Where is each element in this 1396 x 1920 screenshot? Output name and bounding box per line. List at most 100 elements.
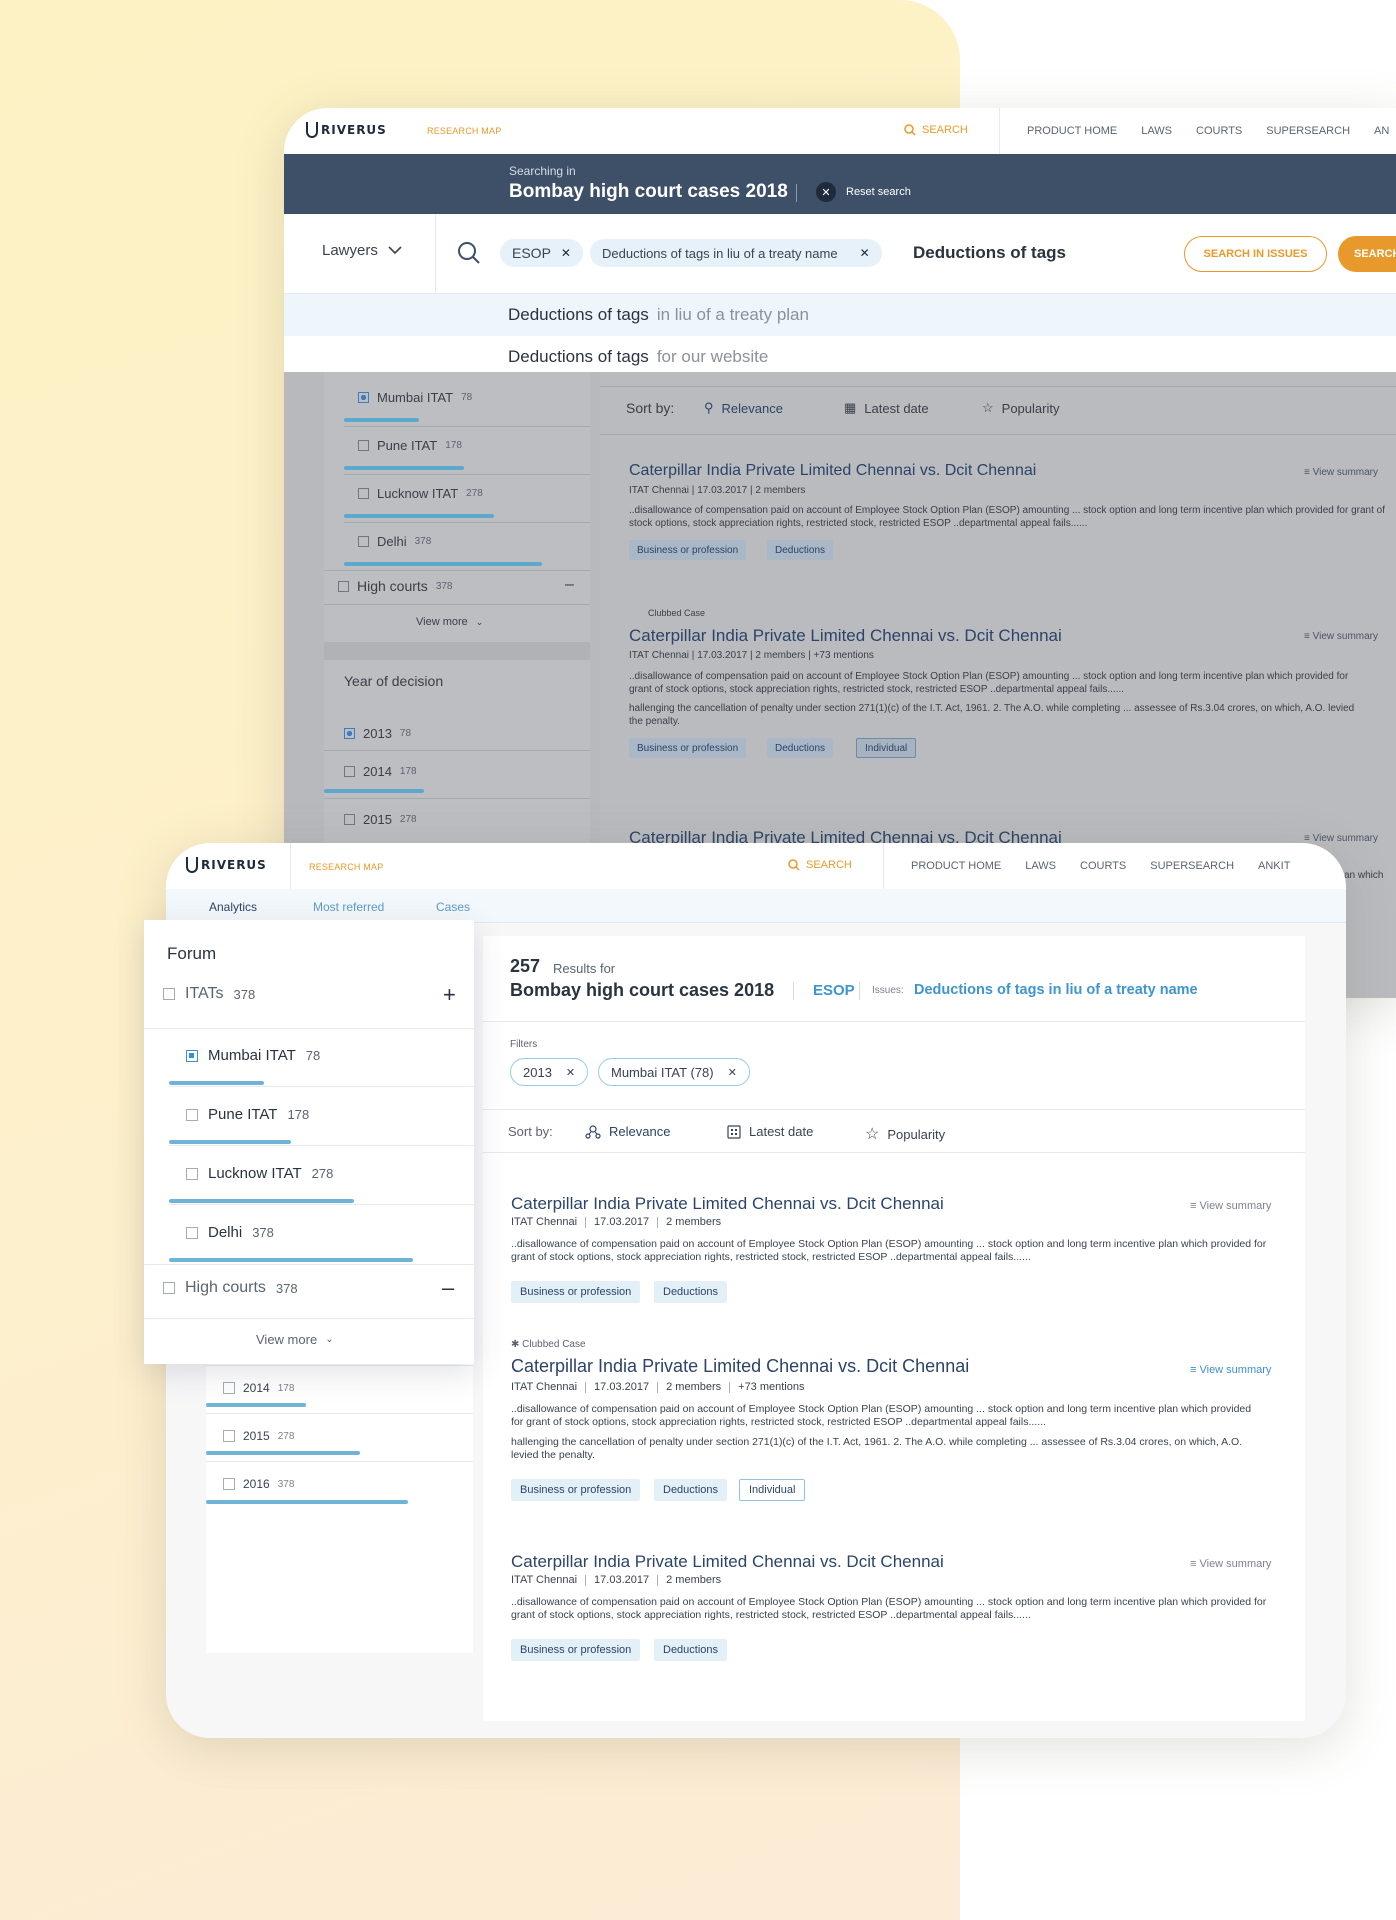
case-title[interactable]: Caterpillar India Private Limited Chenna… [629, 462, 1036, 480]
forum-group-itats[interactable]: ITATs 378 [163, 985, 255, 1003]
filter-chip-mumbai[interactable]: Mumbai ITAT (78) ✕ [598, 1058, 750, 1086]
nav-supersearch[interactable]: SUPERSEARCH [1150, 860, 1234, 872]
search-chip-issue[interactable]: Deductions of tags in liu of a treaty na… [590, 239, 882, 267]
view-summary-link[interactable]: ≡ View summary [1190, 1558, 1271, 1570]
forum-group-high-courts[interactable]: High courts 378 [163, 1279, 298, 1297]
year-2015[interactable]: 2015 278 [223, 1429, 294, 1443]
tag[interactable]: Business or profession [511, 1639, 641, 1661]
logo[interactable]: RIVERUS [186, 857, 267, 873]
tag[interactable]: Business or profession [511, 1281, 641, 1303]
tag[interactable]: Deductions [767, 738, 834, 758]
remove-chip-icon[interactable]: ✕ [566, 1066, 575, 1079]
year-2016[interactable]: 2016 378 [223, 1477, 294, 1491]
year-2013[interactable]: 201378 [344, 726, 411, 741]
sort-popularity[interactable]: ☆ Popularity [982, 400, 1059, 416]
tag[interactable]: Deductions [654, 1479, 728, 1501]
checkbox[interactable] [163, 988, 175, 1000]
filter-pune[interactable]: Pune ITAT 178 [358, 438, 462, 453]
nav-courts[interactable]: COURTS [1080, 860, 1126, 872]
view-summary-link[interactable]: ≡ View summary [1190, 1364, 1271, 1376]
case-title[interactable]: Caterpillar India Private Limited Chenna… [511, 1194, 944, 1214]
sort-latest-date[interactable]: Latest date [727, 1124, 813, 1139]
tab-analytics[interactable]: Analytics [209, 900, 257, 914]
keyword-esop[interactable]: ESOP [813, 982, 855, 999]
research-map-link[interactable]: RESEARCH MAP [427, 126, 501, 136]
sort-popularity[interactable]: ☆ Popularity [865, 1124, 945, 1144]
forum-item-lucknow[interactable]: Lucknow ITAT 278 [186, 1165, 333, 1182]
checkbox[interactable] [344, 728, 355, 739]
view-summary-link[interactable]: ≡ View summary [1304, 833, 1378, 844]
reset-search-button[interactable]: ✕ Reset search [816, 182, 911, 202]
year-2014[interactable]: 2014 178 [344, 764, 417, 779]
checkbox[interactable] [358, 488, 369, 499]
checkbox[interactable] [186, 1049, 198, 1062]
forum-item-mumbai[interactable]: Mumbai ITAT 78 [186, 1047, 320, 1064]
sort-latest-date[interactable]: ▦ Latest date [844, 400, 929, 416]
tag[interactable]: Deductions [767, 540, 834, 560]
nav-search-button[interactable]: SEARCH [904, 124, 968, 136]
tag[interactable]: Business or profession [511, 1479, 641, 1501]
nav-search-button[interactable]: SEARCH [788, 859, 852, 871]
nav-user[interactable]: ANKIT [1258, 860, 1290, 872]
checkbox[interactable] [344, 766, 355, 777]
collapse-icon[interactable]: – [442, 1275, 454, 1301]
search-chip-esop[interactable]: ESOP ✕ [500, 239, 583, 267]
filter-mumbai[interactable]: Mumbai ITAT 78 [358, 390, 472, 405]
view-more-link[interactable]: View more ⌄ [416, 616, 483, 628]
expand-icon[interactable]: + [443, 982, 456, 1008]
forum-item-delhi[interactable]: Delhi 378 [186, 1224, 274, 1241]
sort-relevance[interactable]: ⚲ Relevance [704, 400, 783, 416]
nav-user[interactable]: AN [1374, 125, 1389, 137]
forum-item-pune[interactable]: Pune ITAT 178 [186, 1106, 309, 1123]
checkbox[interactable] [223, 1382, 235, 1394]
nav-supersearch[interactable]: SUPERSEARCH [1266, 125, 1350, 137]
collapse-icon[interactable]: – [565, 576, 574, 594]
view-summary-link[interactable]: ≡ View summary [1304, 467, 1378, 478]
logo[interactable]: RIVERUS [306, 122, 387, 138]
nav-laws[interactable]: LAWS [1141, 125, 1172, 137]
year-2015[interactable]: 2015 278 [344, 812, 417, 827]
filter-chip-2013[interactable]: 2013 ✕ [510, 1058, 589, 1086]
tag[interactable]: Deductions [654, 1281, 728, 1303]
filter-lucknow[interactable]: Lucknow ITAT 278 [358, 486, 483, 501]
filter-high-courts[interactable]: High courts 378 [338, 578, 453, 594]
search-button[interactable]: SEARCH [1338, 236, 1396, 272]
checkbox[interactable] [338, 580, 349, 592]
tag[interactable]: Business or profession [629, 540, 747, 560]
remove-chip-icon[interactable]: ✕ [860, 246, 870, 260]
sort-relevance[interactable]: Relevance [585, 1124, 670, 1139]
checkbox[interactable] [358, 392, 369, 403]
nav-courts[interactable]: COURTS [1196, 125, 1242, 137]
case-title[interactable]: Caterpillar India Private Limited Chenna… [629, 626, 1062, 646]
tag[interactable]: Business or profession [629, 738, 747, 758]
suggestion-item[interactable]: Deductions of tags in liu of a treaty pla… [284, 294, 1396, 336]
remove-chip-icon[interactable]: ✕ [728, 1066, 737, 1079]
tab-cases[interactable]: Cases [436, 900, 470, 914]
research-map-link[interactable]: RESEARCH MAP [309, 862, 383, 872]
issues-value[interactable]: Deductions of tags in liu of a treaty na… [914, 982, 1198, 998]
view-more-link[interactable]: View more ⌄ [256, 1332, 334, 1347]
nav-laws[interactable]: LAWS [1025, 860, 1056, 872]
remove-chip-icon[interactable]: ✕ [561, 246, 571, 260]
tag[interactable]: Individual [856, 738, 917, 758]
checkbox[interactable] [186, 1108, 198, 1121]
checkbox[interactable] [186, 1167, 198, 1180]
checkbox[interactable] [358, 440, 369, 451]
nav-product-home[interactable]: PRODUCT HOME [1027, 125, 1117, 137]
checkbox[interactable] [163, 1282, 175, 1294]
case-title[interactable]: Caterpillar India Private Limited Chenna… [511, 1552, 944, 1572]
tab-most-referred[interactable]: Most referred [313, 900, 384, 914]
search-in-issues-button[interactable]: SEARCH IN ISSUES [1184, 236, 1327, 272]
year-2014[interactable]: 2014 178 [223, 1381, 294, 1395]
tag[interactable]: Deductions [654, 1639, 728, 1661]
search-type-dropdown[interactable]: Lawyers [322, 242, 402, 259]
search-input[interactable]: Deductions of tags [913, 243, 1066, 263]
case-title[interactable]: Caterpillar India Private Limited Chenna… [511, 1356, 969, 1377]
checkbox[interactable] [223, 1478, 235, 1490]
filter-delhi[interactable]: Delhi 378 [358, 534, 431, 549]
checkbox[interactable] [223, 1430, 235, 1442]
view-summary-link[interactable]: ≡ View summary [1190, 1200, 1271, 1212]
checkbox[interactable] [358, 536, 369, 547]
tag[interactable]: Individual [739, 1479, 806, 1501]
view-summary-link[interactable]: ≡ View summary [1304, 631, 1378, 642]
